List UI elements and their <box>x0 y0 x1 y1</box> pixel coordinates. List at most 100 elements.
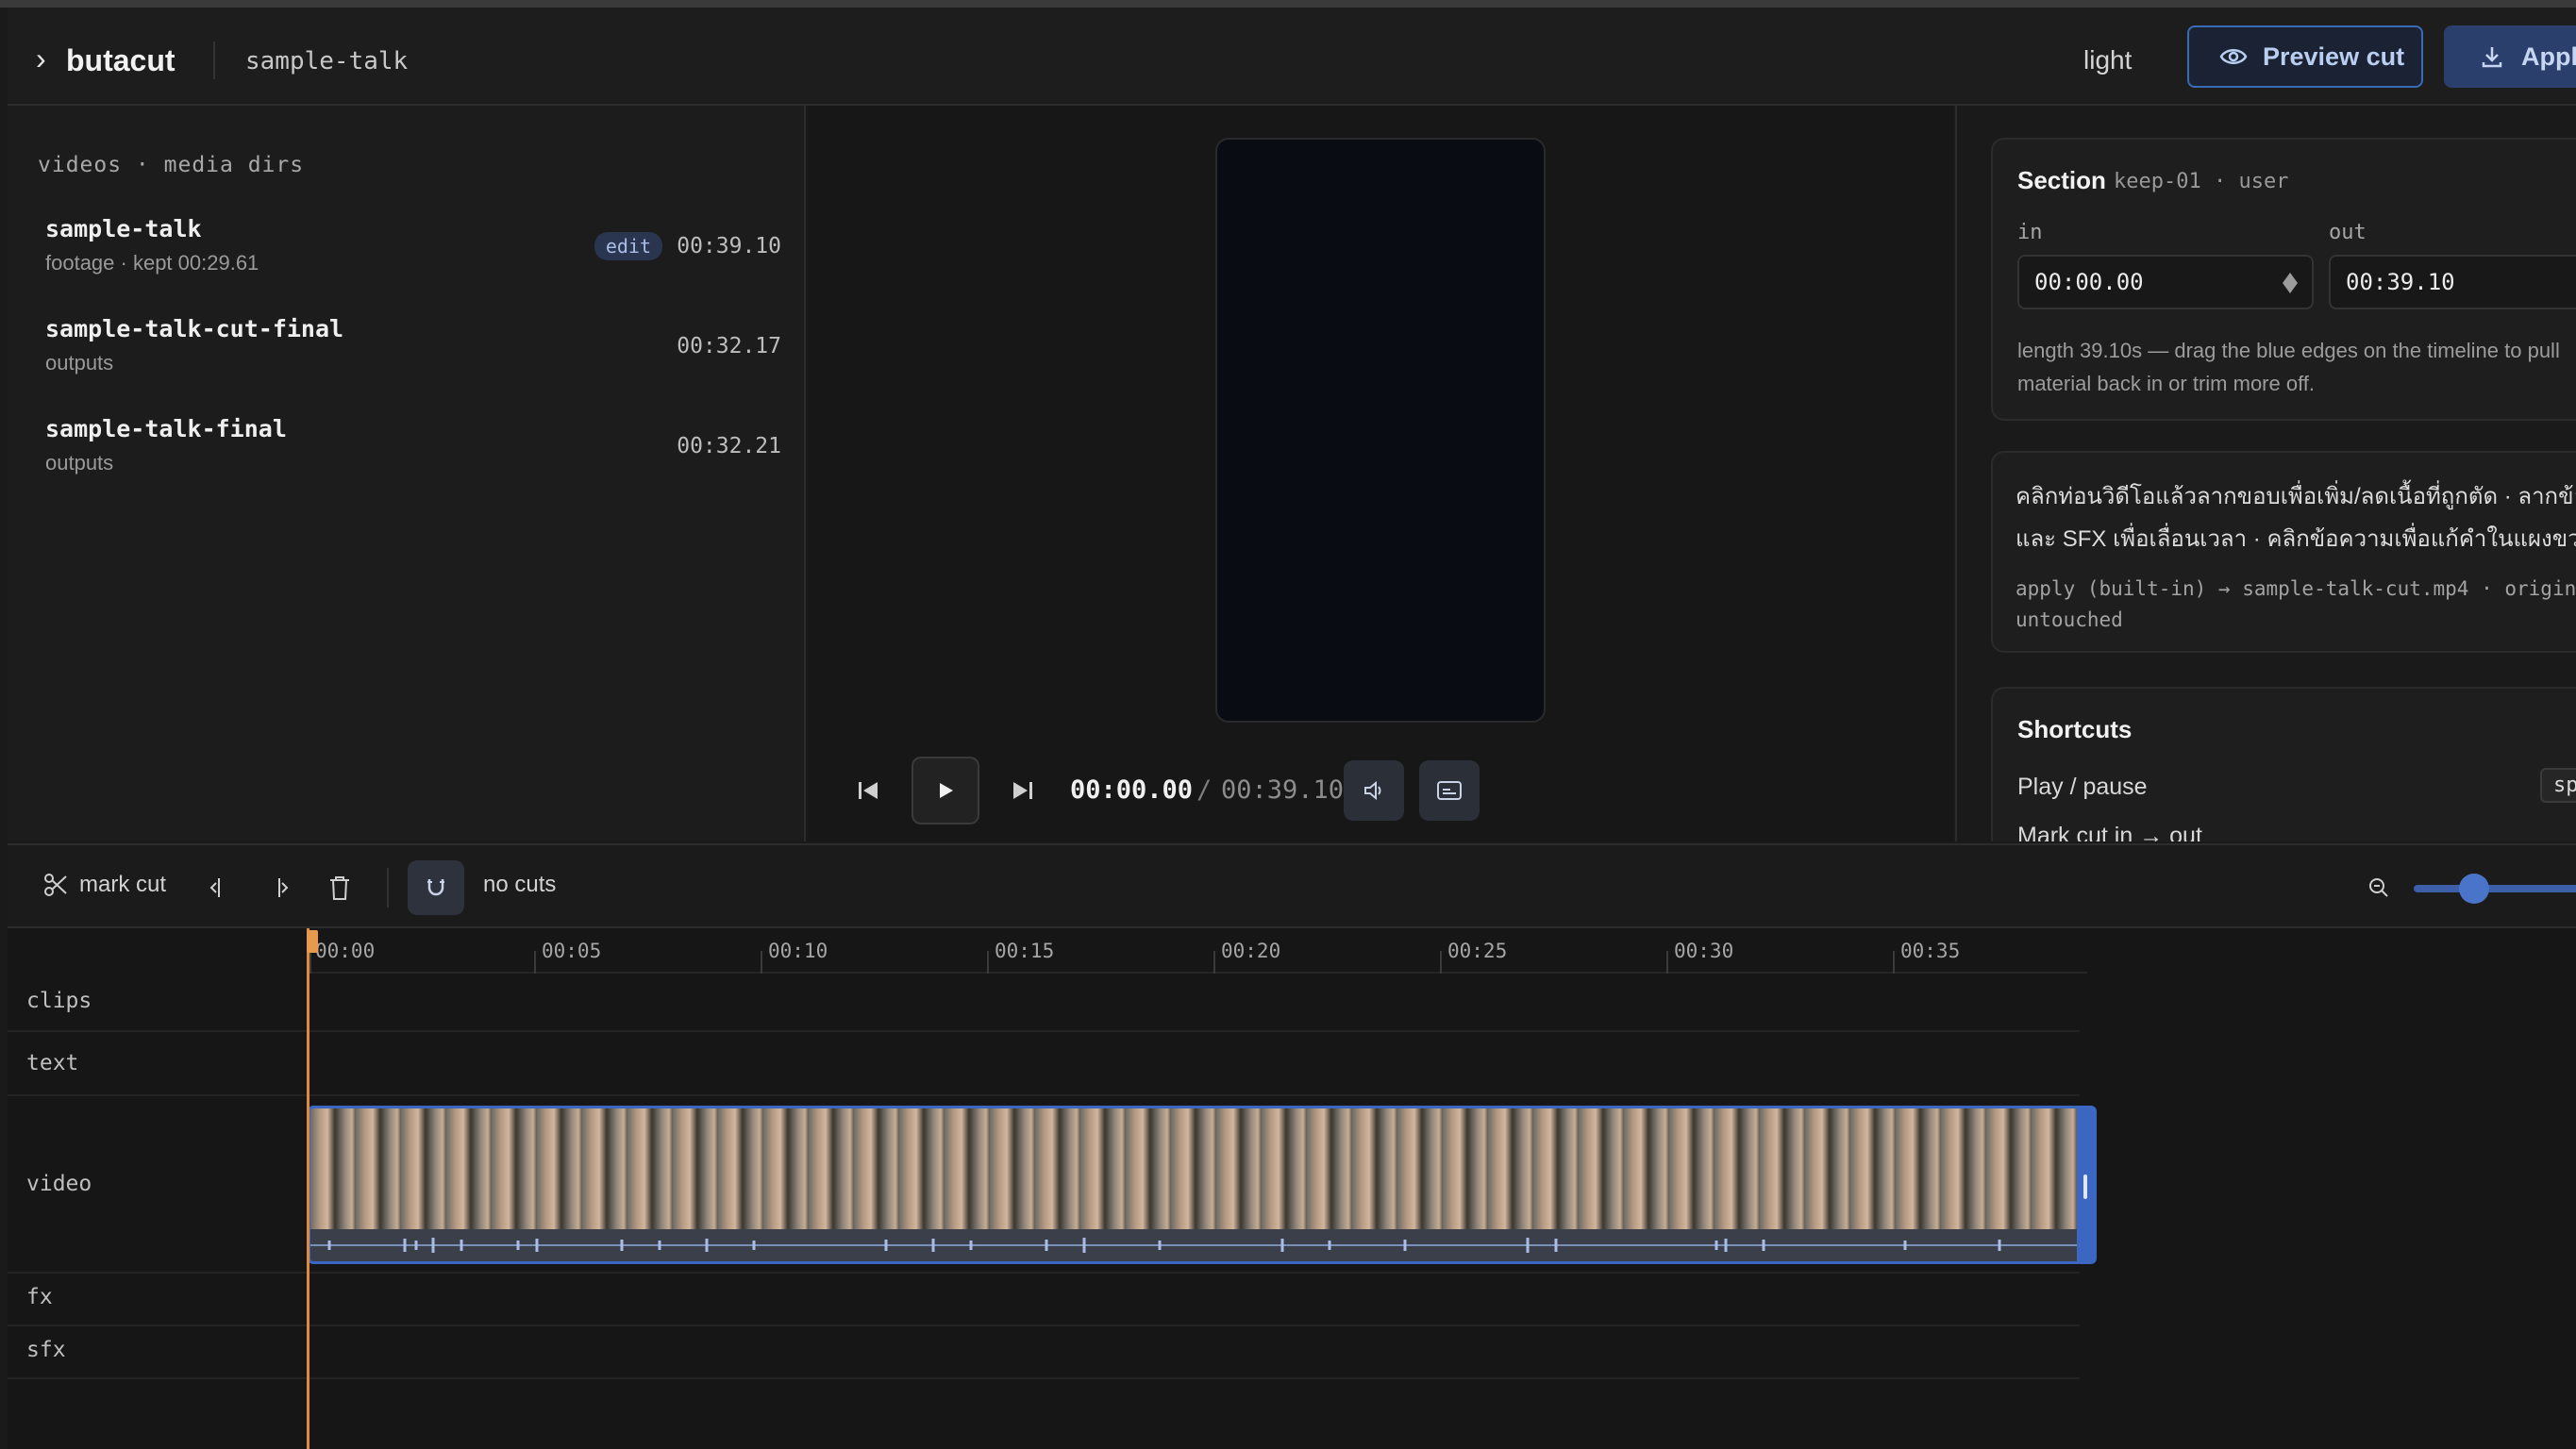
timeline: 00:00 00:05 00:10 00:15 00:20 00:25 00:3… <box>8 928 2576 1449</box>
apply-note-line-1: apply (built-in) → sample-talk-cut.mp4 ·… <box>2016 577 2576 600</box>
play-icon <box>940 783 953 798</box>
clip-handle-grip <box>2083 1174 2087 1199</box>
toolbar-divider <box>387 868 389 908</box>
hint-line-2: และ SFX เพื่อเลื่อนเวลา · คลิกข้อความเพื… <box>2016 526 2576 552</box>
audio-waveform <box>310 1229 2094 1261</box>
download-icon <box>2482 47 2502 68</box>
media-name: sample-talk <box>45 215 202 242</box>
tick-line <box>534 951 536 974</box>
apply-note-line-2: untouched <box>2016 608 2123 631</box>
tick-line <box>761 951 762 974</box>
tick-label: 00:25 <box>1447 940 1508 962</box>
window-top-strip <box>0 0 2576 8</box>
media-duration: 00:32.21 <box>677 434 781 458</box>
track-label: text <box>26 1051 79 1075</box>
tick-label: 00:30 <box>1674 940 1734 962</box>
volume-icon <box>1364 780 1381 801</box>
play-button[interactable] <box>912 757 979 824</box>
inspector-panel: Section keep-01 · user in 00:00.00 out 0… <box>1955 106 2576 841</box>
section-card: Section keep-01 · user in 00:00.00 out 0… <box>1991 138 2576 421</box>
tick-label: 00:10 <box>768 940 828 962</box>
media-sub: outputs <box>45 351 114 375</box>
waveform-graphic <box>310 1238 2084 1253</box>
in-label: in <box>2017 221 2043 244</box>
media-library-panel: videos · media dirs sample-talk footage … <box>8 106 806 841</box>
track-sfx[interactable]: sfx <box>8 1326 2080 1379</box>
media-name: sample-talk-cut-final <box>45 315 344 342</box>
shortcut-mark-cut: Mark cut in → out <box>2017 823 2202 841</box>
shortcut-play-pause: Play / pause <box>2017 774 2148 800</box>
video-frame[interactable] <box>1215 138 1546 723</box>
shortcuts-card: Shortcuts Play / pause spa Mark cut in →… <box>1991 687 2576 841</box>
skip-forward-icon[interactable] <box>1004 772 1042 809</box>
trash-icon[interactable] <box>326 874 353 902</box>
theme-toggle-button[interactable]: light <box>2083 45 2132 75</box>
media-item-sample-talk-cut-final[interactable]: sample-talk-cut-final outputs 00:32.17 <box>45 315 781 400</box>
shortcuts-title: Shortcuts <box>2017 715 2133 743</box>
section-description: length 39.10s — drag the blue edges on t… <box>2017 339 2560 395</box>
timeline-ruler[interactable]: 00:00 00:05 00:10 00:15 00:20 00:25 00:3… <box>309 928 2087 974</box>
clip-trim-handle-right[interactable] <box>2077 1108 2094 1261</box>
trim-end-icon[interactable] <box>270 874 293 902</box>
video-clip[interactable] <box>308 1106 2097 1264</box>
app-header: › butacut sample-talk light Preview cut … <box>8 8 2576 106</box>
track-label: sfx <box>26 1338 66 1362</box>
video-preview-area: 00:00.00 / 00:39.10 <box>808 106 1953 841</box>
captions-button[interactable] <box>1419 760 1480 821</box>
total-time: 00:39.10 <box>1221 775 1345 805</box>
media-sub: outputs <box>45 451 114 475</box>
track-text[interactable]: text <box>8 1032 2080 1096</box>
section-title: Section <box>2017 166 2106 194</box>
tick-line <box>1213 951 1215 974</box>
tick-line <box>1893 951 1895 974</box>
timeline-toolbar: mark cut no cuts <box>8 843 2576 928</box>
apply-note: apply (built-in) → sample-talk-cut.mp4 ·… <box>2016 574 2576 636</box>
out-label: out <box>2329 221 2367 244</box>
hint-line-1: คลิกท่อนวิดีโอแล้วลากขอบเพื่อเพิ่ม/ลดเนื… <box>2016 484 2576 509</box>
shortcut-key: spa <box>2540 768 2576 803</box>
track-clips[interactable]: clips <box>8 974 2080 1032</box>
track-label: clips <box>26 989 92 1013</box>
tick-label: 00:05 <box>542 940 602 962</box>
snap-toggle-button[interactable] <box>408 860 464 915</box>
edit-badge: edit <box>594 232 662 260</box>
in-time-field[interactable]: 00:00.00 <box>2017 255 2314 309</box>
media-item-sample-talk-final[interactable]: sample-talk-final outputs 00:32.21 <box>45 415 781 500</box>
tick-label: 00:00 <box>315 940 376 962</box>
stepper-icon[interactable] <box>2282 272 2299 294</box>
section-meta: keep-01 · user <box>2114 170 2289 193</box>
chevron-right-icon[interactable]: › <box>36 42 46 76</box>
apply-label: Apply <box>2521 42 2576 71</box>
tick-line <box>987 951 989 974</box>
tick-label: 00:20 <box>1221 940 1281 962</box>
volume-button[interactable] <box>1344 760 1404 821</box>
magnet-icon <box>427 879 444 896</box>
tick-label: 00:35 <box>1900 940 1961 962</box>
skip-back-icon[interactable] <box>849 772 887 809</box>
hint-card: คลิกท่อนวิดีโอแล้วลากขอบเพื่อเพิ่ม/ลดเนื… <box>1991 451 2576 653</box>
mark-cut-button[interactable]: mark cut <box>43 872 166 898</box>
media-item-sample-talk[interactable]: sample-talk footage · kept 00:29.61 edit… <box>45 215 781 300</box>
scissors-icon <box>44 874 67 896</box>
zoom-slider[interactable] <box>2414 885 2576 892</box>
library-title: videos · media dirs <box>38 153 305 177</box>
eye-icon <box>2219 49 2248 64</box>
out-time-field[interactable]: 00:39.10 <box>2329 255 2576 309</box>
trim-start-icon[interactable] <box>206 874 228 902</box>
tick-line <box>309 951 311 974</box>
out-time-value: 00:39.10 <box>2346 269 2455 295</box>
captions-icon <box>1437 781 1462 800</box>
tick-label: 00:15 <box>995 940 1055 962</box>
apply-button[interactable]: Apply <box>2444 25 2576 88</box>
cuts-status: no cuts <box>483 872 557 897</box>
track-label: fx <box>26 1285 53 1309</box>
current-time: 00:00.00 <box>1070 775 1194 805</box>
preview-cut-button[interactable]: Preview cut <box>2187 25 2423 88</box>
tick-line <box>1666 951 1668 974</box>
track-fx[interactable]: fx <box>8 1274 2080 1326</box>
playhead-handle[interactable] <box>307 930 318 953</box>
playhead[interactable] <box>307 928 309 1449</box>
zoom-out-icon[interactable] <box>2367 875 2391 900</box>
mark-cut-label: mark cut <box>79 872 167 897</box>
zoom-slider-handle[interactable] <box>2459 874 2489 904</box>
